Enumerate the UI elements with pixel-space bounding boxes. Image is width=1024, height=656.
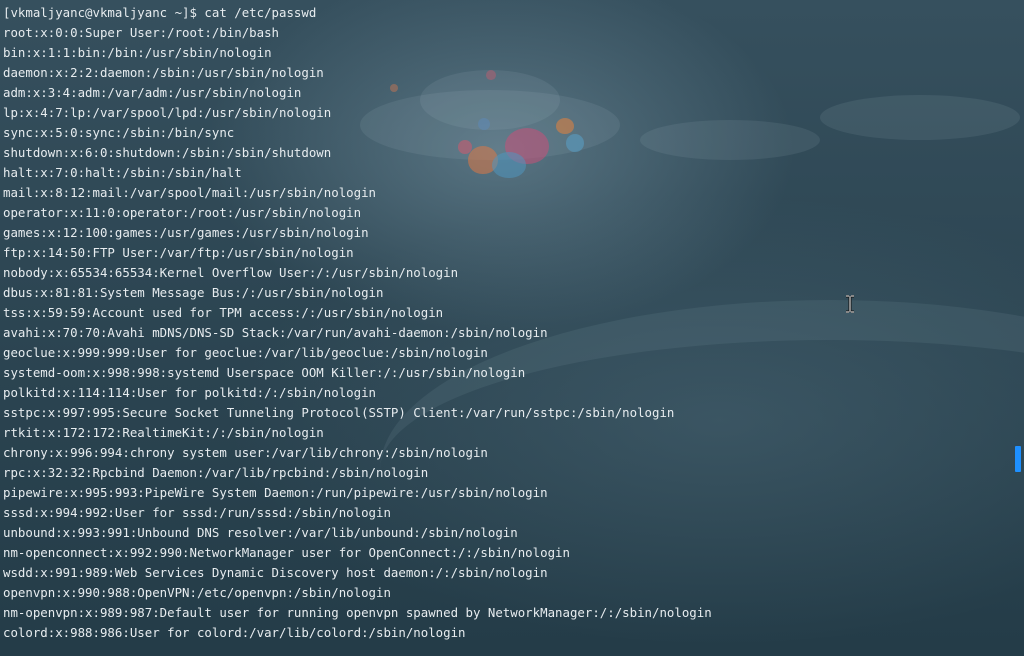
output-line: polkitd:x:114:114:User for polkitd:/:/sb… (3, 385, 376, 400)
output-line: mail:x:8:12:mail:/var/spool/mail:/usr/sb… (3, 185, 376, 200)
output-line: pipewire:x:995:993:PipeWire System Daemo… (3, 485, 548, 500)
output-line: sssd:x:994:992:User for sssd:/run/sssd:/… (3, 505, 391, 520)
output-line: rpc:x:32:32:Rpcbind Daemon:/var/lib/rpcb… (3, 465, 429, 480)
terminal-scrollbar[interactable] (1012, 0, 1024, 656)
output-line: ftp:x:14:50:FTP User:/var/ftp:/usr/sbin/… (3, 245, 354, 260)
output-line: unbound:x:993:991:Unbound DNS resolver:/… (3, 525, 518, 540)
output-line: root:x:0:0:Super User:/root:/bin/bash (3, 25, 280, 40)
output-line: operator:x:11:0:operator:/root:/usr/sbin… (3, 205, 362, 220)
output-line: rtkit:x:172:172:RealtimeKit:/:/sbin/nolo… (3, 425, 324, 440)
output-line: colord:x:988:986:User for colord:/var/li… (3, 625, 466, 640)
output-line: sync:x:5:0:sync:/sbin:/bin/sync (3, 125, 235, 140)
output-line: tss:x:59:59:Account used for TPM access:… (3, 305, 444, 320)
output-line: daemon:x:2:2:daemon:/sbin:/usr/sbin/nolo… (3, 65, 324, 80)
output-line: systemd-oom:x:998:998:systemd Userspace … (3, 365, 526, 380)
output-line: nobody:x:65534:65534:Kernel Overflow Use… (3, 265, 459, 280)
output-line: halt:x:7:0:halt:/sbin:/sbin/halt (3, 165, 242, 180)
output-line: adm:x:3:4:adm:/var/adm:/usr/sbin/nologin (3, 85, 302, 100)
output-line: sstpc:x:997:995:Secure Socket Tunneling … (3, 405, 675, 420)
terminal-output[interactable]: [vkmaljyanc@vkmaljyanc ~]$ cat /etc/pass… (0, 0, 1010, 656)
output-line: geoclue:x:999:999:User for geoclue:/var/… (3, 345, 488, 360)
text-cursor-icon (845, 294, 855, 314)
output-line: bin:x:1:1:bin:/bin:/usr/sbin/nologin (3, 45, 272, 60)
scrollbar-thumb[interactable] (1015, 446, 1021, 472)
output-line: wsdd:x:991:989:Web Services Dynamic Disc… (3, 565, 548, 580)
output-line: nm-openvpn:x:989:987:Default user for ru… (3, 605, 712, 620)
output-line: shutdown:x:6:0:shutdown:/sbin:/sbin/shut… (3, 145, 332, 160)
passwd-output: root:x:0:0:Super User:/root:/bin/bash bin… (3, 23, 1010, 643)
output-line: nm-openconnect:x:992:990:NetworkManager … (3, 545, 570, 560)
output-line: openvpn:x:990:988:OpenVPN:/etc/openvpn:/… (3, 585, 391, 600)
output-line: avahi:x:70:70:Avahi mDNS/DNS-SD Stack:/v… (3, 325, 548, 340)
output-line: lp:x:4:7:lp:/var/spool/lpd:/usr/sbin/nol… (3, 105, 332, 120)
command-prompt: [vkmaljyanc@vkmaljyanc ~]$ cat /etc/pass… (3, 5, 317, 20)
output-line: games:x:12:100:games:/usr/games:/usr/sbi… (3, 225, 369, 240)
output-line: dbus:x:81:81:System Message Bus:/:/usr/s… (3, 285, 384, 300)
output-line: chrony:x:996:994:chrony system user:/var… (3, 445, 488, 460)
